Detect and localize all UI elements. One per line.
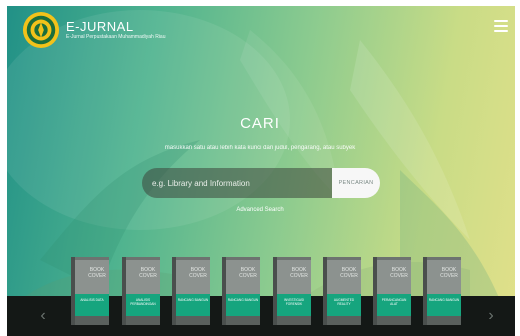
book-title: RANCANG BANGUN [428,298,460,302]
book-cover-label: BOOK COVER [290,267,308,279]
book-bottom [126,316,160,325]
book-bottom [176,316,210,325]
book-bottom [427,316,461,325]
book-cover-label: BOOK COVER [139,267,157,279]
book-cover-label: BOOK COVER [239,267,257,279]
book-title: PERANCANGAN ALAT [381,298,407,307]
book-bottom [377,316,411,325]
book-cover-label: BOOK COVER [340,267,358,279]
menu-line [494,20,508,22]
menu-line [494,30,508,32]
book-bottom [277,316,311,325]
landing-page: E-JURNAL E-Jurnal Perpustakaan Muhammadi… [0,0,520,336]
book-item[interactable]: BOOK COVER RANCANG BANGUN [423,257,461,325]
book-item[interactable]: BOOK COVER AUGMENTED REALITY [323,257,361,325]
frame-top [0,0,520,6]
hamburger-menu-icon[interactable] [494,20,508,32]
book-item[interactable]: BOOK COVER RANCANG BANGUN [172,257,210,325]
book-title: RANCANG BANGUN [177,298,209,302]
book-carousel: BOOK COVER ANALISIS DATA BOOK COVER ANAL… [71,257,461,327]
book-cover-label: BOOK COVER [440,267,458,279]
carousel-next-button[interactable]: › [480,296,502,336]
book-title: RANCANG BANGUN [227,298,259,302]
book-item[interactable]: BOOK COVER INVESTIGASI FORENSIK [273,257,311,325]
carousel-prev-button[interactable]: ‹ [32,296,54,336]
brand: E-JURNAL E-Jurnal Perpustakaan Muhammadi… [66,19,166,41]
book-cover-label: BOOK COVER [189,267,207,279]
book-item[interactable]: BOOK COVER RANCANG BANGUN [222,257,260,325]
book-title: ANALISIS PERBANDINGAN [130,298,156,307]
book-item[interactable]: BOOK COVER ANALISIS PERBANDINGAN [122,257,160,325]
book-title: INVESTIGASI FORENSIK [283,298,304,307]
search-button[interactable]: PENCARIAN [332,168,380,198]
site-header: E-JURNAL E-Jurnal Perpustakaan Muhammadi… [22,10,166,50]
search-input[interactable] [142,168,332,198]
frame-left [0,0,7,336]
book-cover-label: BOOK COVER [88,267,106,279]
hero-title: CARI [240,115,280,132]
book-bottom [226,316,260,325]
site-subtitle: E-Jurnal Perpustakaan Muhammadiyah Riau [66,34,166,40]
book-title: ANALISIS DATA [80,298,104,302]
advanced-search-link[interactable]: Advanced Search [0,207,520,213]
university-logo-icon[interactable] [22,10,60,50]
book-title: AUGMENTED REALITY [333,298,355,307]
book-bottom [327,316,361,325]
search-bar: PENCARIAN [142,168,380,198]
book-item[interactable]: BOOK COVER ANALISIS DATA [71,257,109,325]
menu-line [494,25,508,27]
book-cover-label: BOOK COVER [390,267,408,279]
book-item[interactable]: BOOK COVER PERANCANGAN ALAT [373,257,411,325]
frame-right [515,0,520,336]
hero-subtitle: masukkan satu atau lebih kata kunci dari… [164,145,356,151]
book-bottom [75,316,109,325]
site-title: E-JURNAL [66,19,134,34]
